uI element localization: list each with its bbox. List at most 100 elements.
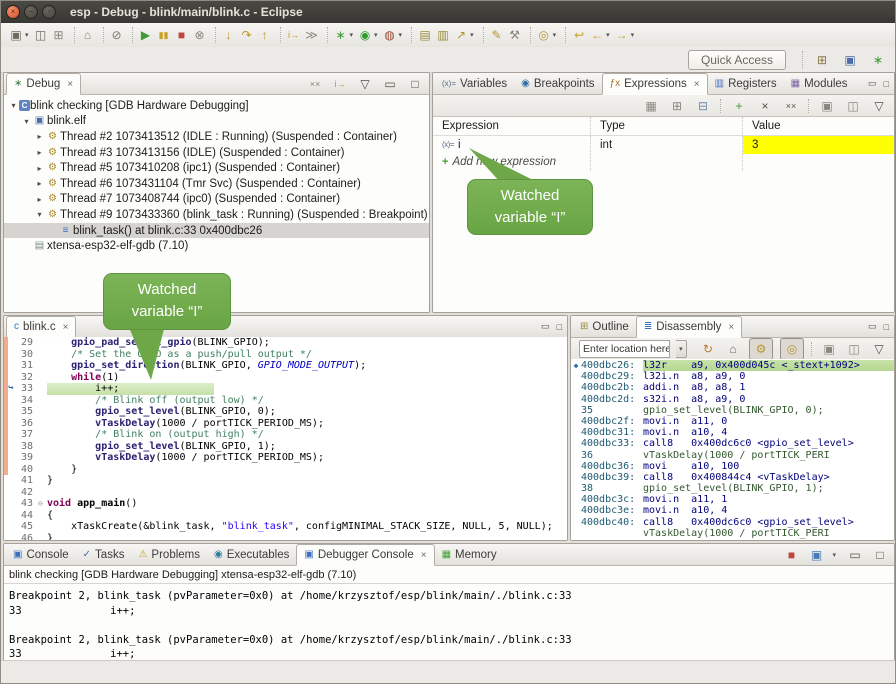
- disassembly-line[interactable]: ◆400dbc26:l32r a9, 0x400d045c <_stext+10…: [571, 360, 894, 371]
- twistie-icon[interactable]: ▾: [8, 101, 19, 110]
- disassembly-line[interactable]: 35gpio_set_level(BLINK_GPIO, 0);: [571, 405, 894, 416]
- close-window-button[interactable]: ×: [6, 5, 20, 19]
- source-line[interactable]: ↪33 i++;: [4, 383, 567, 395]
- add-expression-row[interactable]: + Add new expression: [433, 154, 894, 172]
- line-number[interactable]: 36: [4, 418, 38, 430]
- tab-variables[interactable]: (x)=Variables: [435, 73, 514, 94]
- view-menu-icon[interactable]: ▽: [870, 97, 888, 115]
- coverage-icon-dropdown[interactable]: ▾: [399, 31, 403, 39]
- cpp-perspective-icon[interactable]: ▣: [841, 51, 859, 69]
- line-number[interactable]: 37: [4, 429, 38, 441]
- twistie-icon[interactable]: ▸: [34, 164, 45, 173]
- resume-icon[interactable]: ▶: [137, 26, 155, 44]
- tab-blink-c[interactable]: cblink.c×: [6, 316, 76, 338]
- open-element-icon[interactable]: ▤: [416, 26, 434, 44]
- last-edit-location-icon[interactable]: ↩: [570, 26, 588, 44]
- source-line[interactable]: 34 /* Blink off (output low) */: [4, 395, 567, 407]
- disassembly-line[interactable]: 400dbc29:l32i.n a8, a9, 0: [571, 371, 894, 382]
- minimize-icon[interactable]: ▭: [846, 546, 864, 564]
- source-line[interactable]: 37 /* Blink on (output high) */: [4, 429, 567, 441]
- tab-debug[interactable]: ∗Debug×: [6, 73, 81, 95]
- line-number[interactable]: 39: [4, 452, 38, 464]
- column-header-value[interactable]: Value: [743, 117, 894, 135]
- show-logical-structure-icon[interactable]: ⊞: [668, 97, 686, 115]
- close-icon[interactable]: ×: [67, 79, 73, 90]
- twistie-icon[interactable]: ▸: [34, 195, 45, 204]
- track-pc-icon[interactable]: ◎: [780, 338, 804, 360]
- line-number[interactable]: 31: [4, 360, 38, 372]
- pin-icon-dropdown[interactable]: ▾: [553, 31, 557, 39]
- tab-executables[interactable]: ◉Executables: [207, 544, 296, 565]
- tab-tasks[interactable]: ✓Tasks: [76, 544, 132, 565]
- line-number[interactable]: 44: [4, 510, 38, 522]
- source-line[interactable]: 38 gpio_set_level(BLINK_GPIO, 1);: [4, 441, 567, 453]
- close-icon[interactable]: ×: [694, 79, 700, 90]
- disassembly-line[interactable]: 400dbc39:call8 0x400844c4 <vTaskDelay>: [571, 472, 894, 483]
- disassembly-line[interactable]: 38gpio_set_level(BLINK_GPIO, 1);: [571, 483, 894, 494]
- source-line[interactable]: 41}: [4, 475, 567, 487]
- line-number[interactable]: 38: [4, 441, 38, 453]
- back-icon-dropdown[interactable]: ▾: [606, 31, 610, 39]
- debug-tree-item[interactable]: ▾▣blink.elf: [4, 114, 429, 130]
- close-icon[interactable]: ×: [63, 322, 69, 333]
- disassembly-line[interactable]: 400dbc3c:movi.n a11, 1: [571, 494, 894, 505]
- save-all-icon[interactable]: ⊞: [50, 26, 68, 44]
- new-view-icon[interactable]: ▣: [818, 97, 836, 115]
- tab-console[interactable]: ▣Console: [6, 544, 76, 565]
- refresh-icon[interactable]: ↻: [699, 340, 717, 358]
- line-number[interactable]: 35: [4, 406, 38, 418]
- debug-icon-dropdown[interactable]: ▾: [350, 31, 354, 39]
- step-into-icon[interactable]: ↓: [220, 26, 238, 44]
- location-dropdown-icon[interactable]: ▾: [676, 340, 687, 358]
- disassembly-content[interactable]: ◆400dbc26:l32r a9, 0x400d045c <_stext+10…: [571, 359, 894, 540]
- build-icon[interactable]: ⌂: [79, 26, 97, 44]
- maximize-window-button[interactable]: ▫: [42, 5, 56, 19]
- tab-registers[interactable]: ▥Registers: [708, 73, 784, 94]
- source-line[interactable]: 30 /* Set the GPIO as a push/pull output…: [4, 349, 567, 361]
- tab-modules[interactable]: ▦Modules: [784, 73, 855, 94]
- debug-perspective-icon[interactable]: ∗: [869, 51, 887, 69]
- disassembly-line[interactable]: 400dbc2d:s32i.n a8, a9, 0: [571, 394, 894, 405]
- disassembly-line[interactable]: 400dbc2b:addi.n a8, a8, 1: [571, 382, 894, 393]
- line-number[interactable]: ↪33: [4, 383, 38, 395]
- instruction-stepping-icon[interactable]: i→: [285, 26, 303, 44]
- source-line[interactable]: 42: [4, 487, 567, 499]
- source-line[interactable]: 36 vTaskDelay(1000 / portTICK_PERIOD_MS)…: [4, 418, 567, 430]
- console-output[interactable]: Breakpoint 2, blink_task (pvParameter=0x…: [4, 584, 894, 662]
- maximize-icon[interactable]: □: [884, 79, 889, 89]
- tab-expressions[interactable]: ƒxExpressions×: [602, 73, 708, 95]
- minimize-icon[interactable]: ▭: [868, 78, 877, 89]
- disassembly-line[interactable]: 400dbc2f:movi.n a11, 0: [571, 416, 894, 427]
- debug-tree-item[interactable]: ▸⚙Thread #5 1073410208 (ipc1) (Suspended…: [4, 160, 429, 176]
- disassembly-line[interactable]: 400dbc31:movi.n a10, 4: [571, 427, 894, 438]
- close-icon[interactable]: ×: [728, 322, 734, 333]
- twistie-icon[interactable]: ▸: [34, 132, 45, 141]
- twistie-icon[interactable]: ▸: [34, 179, 45, 188]
- debug-tree-item[interactable]: ≡blink_task() at blink.c:33 0x400dbc26: [4, 223, 429, 239]
- source-line[interactable]: 43⊖void app_main(): [4, 498, 567, 510]
- tab-debugger-console[interactable]: ▣Debugger Console×: [296, 544, 434, 566]
- source-line[interactable]: 39 vTaskDelay(1000 / portTICK_PERIOD_MS)…: [4, 452, 567, 464]
- launch-icon-dropdown[interactable]: ▾: [470, 31, 474, 39]
- debug-tree-item[interactable]: ▾Cblink checking [GDB Hardware Debugging…: [4, 98, 429, 114]
- pin-view-icon[interactable]: ◫: [845, 340, 863, 358]
- source-line[interactable]: 45 xTaskCreate(&blink_task, "blink_task"…: [4, 521, 567, 533]
- line-number[interactable]: 32: [4, 372, 38, 384]
- line-number[interactable]: 41: [4, 475, 38, 487]
- new-icon-dropdown[interactable]: ▾: [25, 31, 29, 39]
- source-line[interactable]: 31 gpio_set_direction(BLINK_GPIO, GPIO_M…: [4, 360, 567, 372]
- line-number[interactable]: 29: [4, 337, 38, 349]
- line-number[interactable]: 42: [4, 487, 38, 499]
- fold-icon[interactable]: ⊖: [38, 498, 47, 510]
- debug-tree-item[interactable]: ▤xtensa-esp32-elf-gdb (7.10): [4, 238, 429, 254]
- terminate-console-icon[interactable]: ■: [782, 546, 800, 564]
- suspend-icon[interactable]: ▮▮: [155, 26, 173, 44]
- maximize-icon[interactable]: □: [884, 322, 889, 332]
- source-line[interactable]: 46}: [4, 533, 567, 541]
- open-perspective-icon[interactable]: ⊞: [813, 51, 831, 69]
- new-view-icon[interactable]: ▣: [820, 340, 838, 358]
- line-number[interactable]: 43: [4, 498, 38, 510]
- forward-icon[interactable]: →: [613, 26, 631, 44]
- minimize-window-button[interactable]: –: [24, 5, 38, 19]
- disassembly-line[interactable]: 400dbc40:call8 0x400dc6c0 <gpio_set_leve…: [571, 517, 894, 528]
